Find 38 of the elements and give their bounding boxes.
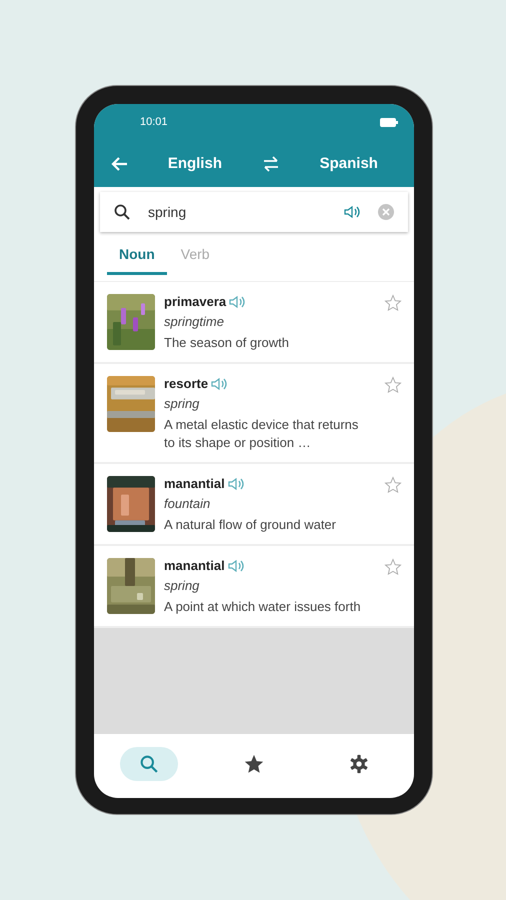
entry-word: primavera: [164, 294, 226, 309]
entry-translation: spring: [164, 578, 200, 593]
star-icon: [243, 753, 265, 775]
entry-row[interactable]: resorte spring A metal elastic device that returns to its shape or position …: [94, 364, 414, 464]
entry-translation: fountain: [164, 496, 212, 511]
star-icon[interactable]: [384, 476, 402, 494]
speaker-icon[interactable]: [211, 378, 228, 390]
target-language[interactable]: Spanish: [320, 155, 378, 172]
speaker-icon[interactable]: [344, 206, 360, 218]
entry-definition: The season of growth: [164, 334, 290, 352]
star-icon[interactable]: [384, 376, 402, 394]
settings-icon: [349, 754, 369, 774]
entry-row[interactable]: manantial fountain A natural flow of ground water: [94, 464, 414, 546]
search-icon: [140, 755, 158, 773]
search-nav-button[interactable]: [120, 747, 178, 781]
speaker-icon[interactable]: [228, 560, 244, 572]
entry-definition: A metal elastic device that returns to its shape or position …: [164, 416, 360, 452]
search-icon: [114, 204, 130, 220]
status-time: 10:01: [140, 116, 168, 128]
battery-icon: [380, 118, 398, 126]
back-icon[interactable]: [110, 156, 128, 172]
swap-icon[interactable]: [262, 154, 280, 172]
entry-word: manantial: [164, 558, 225, 573]
tab[interactable]: Noun: [107, 239, 167, 275]
entry-word: resorte: [164, 376, 208, 391]
clear-icon[interactable]: [378, 204, 394, 220]
entry-translation: springtime: [164, 314, 225, 329]
entry-row[interactable]: primavera springtime The season of growth: [94, 282, 414, 364]
source-language[interactable]: English: [168, 155, 222, 172]
star-icon[interactable]: [384, 294, 402, 312]
speaker-icon[interactable]: [229, 296, 246, 308]
speaker-icon[interactable]: [228, 478, 244, 490]
entry-word: manantial: [164, 476, 225, 491]
star-icon[interactable]: [384, 558, 402, 576]
search-field[interactable]: spring: [100, 192, 408, 232]
entry-definition: A natural flow of ground water: [164, 516, 337, 534]
entry-definition: A point at which water issues forth: [164, 598, 362, 616]
entry-translation: spring: [164, 396, 200, 411]
